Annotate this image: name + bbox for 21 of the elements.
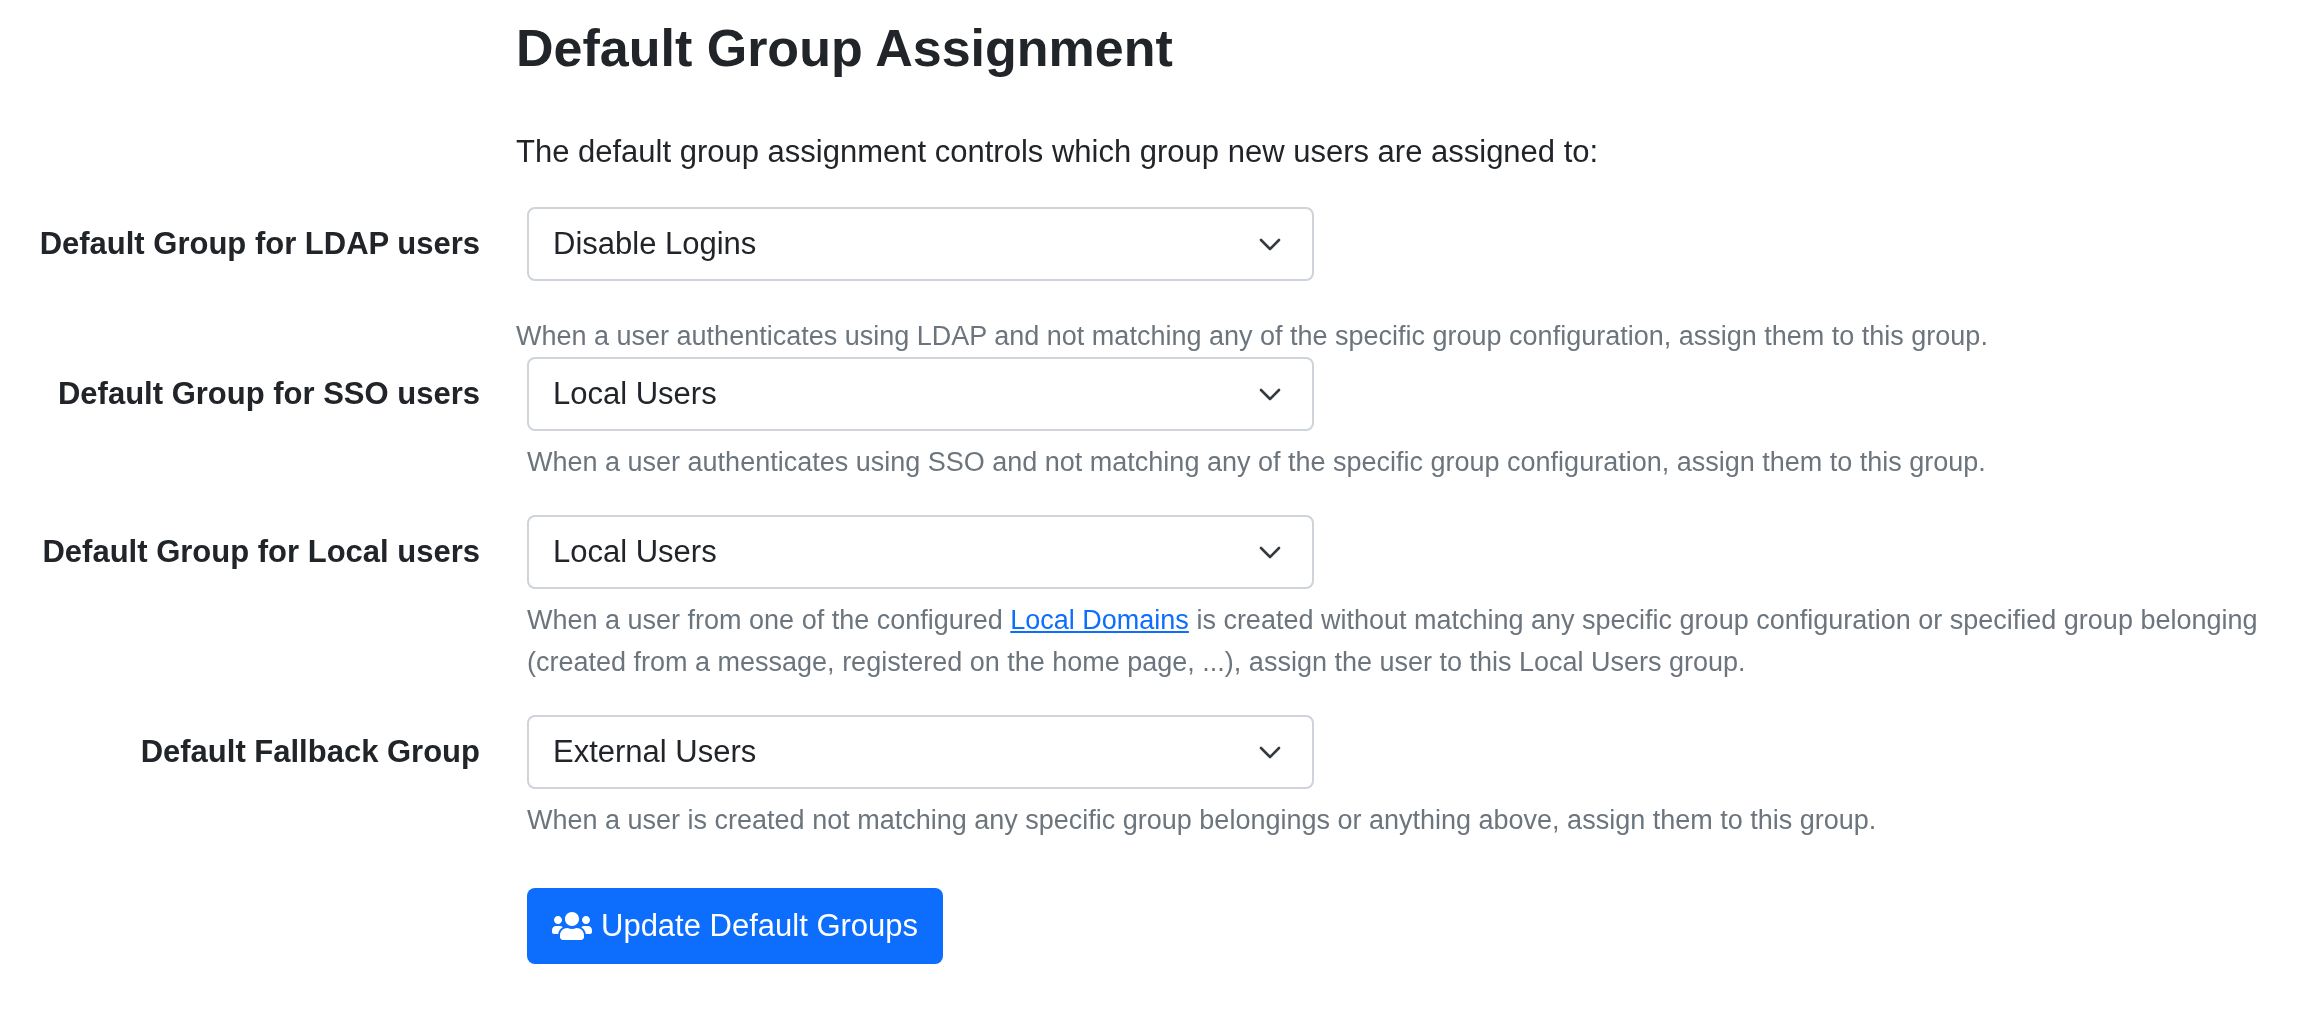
group-select[interactable]: External Users bbox=[527, 715, 1314, 789]
help-text: When a user from one of the configured Local Domains is created without matching any specific group configuration or specified group belonging (created from a message, registered on the home page, ...), assign the user to this Local Users group. bbox=[527, 604, 2259, 679]
intro-text: The default group assignment controls which group new users are assigned to: bbox=[516, 133, 1600, 171]
field-label: Default Group for LDAP users bbox=[39, 225, 480, 263]
group-select[interactable]: Local Users bbox=[527, 357, 1314, 431]
group-select[interactable]: Local Users bbox=[527, 515, 1314, 589]
users-icon bbox=[552, 910, 592, 942]
field-label: Default Fallback Group bbox=[140, 733, 480, 771]
update-default-groups-button[interactable]: Update Default Groups bbox=[527, 888, 944, 964]
chevron-down-icon bbox=[1259, 545, 1281, 559]
local-domains-link[interactable]: Local Domains bbox=[1010, 605, 1189, 635]
help-text: When a user authenticates using LDAP and not matching any of the specific group configuration, assign them to this group. bbox=[516, 320, 1989, 353]
help-text: When a user authenticates using SSO and not matching any of the specific group configuration, assign them to this group. bbox=[527, 446, 1987, 479]
field-label: Default Group for SSO users bbox=[58, 375, 480, 413]
chevron-down-icon bbox=[1259, 237, 1281, 251]
field-label: Default Group for Local users bbox=[42, 533, 480, 571]
page-title: Default Group Assignment bbox=[516, 18, 1174, 79]
chevron-down-icon bbox=[1259, 745, 1281, 759]
chevron-down-icon bbox=[1259, 387, 1281, 401]
help-text: When a user is created not matching any specific group belongings or anything above, assign them to this group. bbox=[527, 804, 1878, 837]
group-select[interactable]: Disable Logins bbox=[527, 207, 1314, 281]
